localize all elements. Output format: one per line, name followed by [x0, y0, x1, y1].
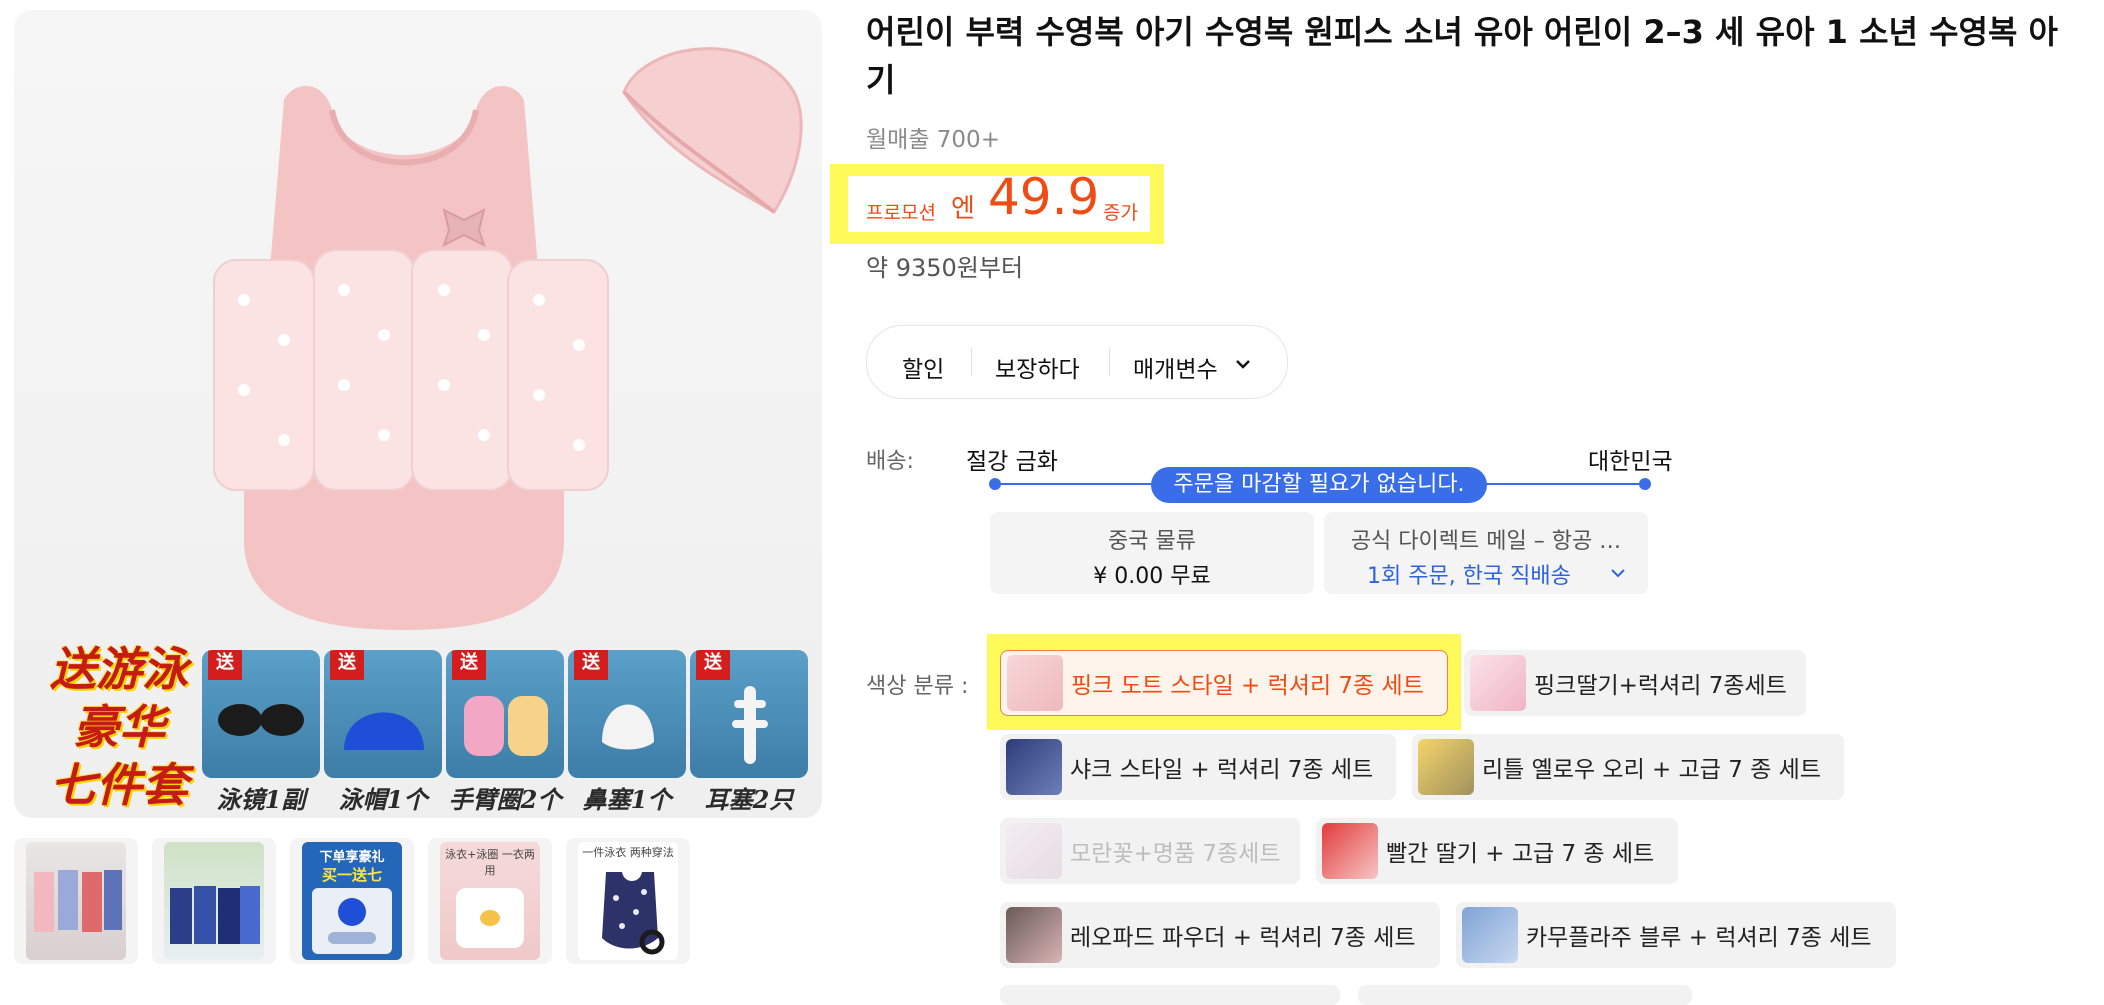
thumbnail-image [312, 888, 392, 954]
option-label: 빨간 딸기 + 고급 7 종 세트 [1386, 841, 1655, 867]
tab-discount[interactable]: 할인 [902, 350, 944, 384]
option-label: 샤크 스타일 + 럭셔리 7종 세트 [1070, 757, 1374, 783]
thumbnail-caption: 泳衣+泳圈 一衣两用 [445, 848, 535, 877]
swimsuit-image [213, 86, 609, 630]
route-end-dot [1639, 478, 1651, 490]
chevron-down-icon[interactable] [1234, 355, 1252, 373]
option-thumbnail [1322, 823, 1378, 879]
thumbnail-5[interactable]: 一件泳衣 两种穿法 [566, 838, 690, 964]
price-suffix: 증가 [1103, 202, 1138, 224]
tab-divider [971, 348, 972, 376]
color-option-pink-dot[interactable]: 핑크 도트 스타일 + 럭셔리 7종 세트 [1000, 650, 1448, 716]
accessory-goggles: 送 [202, 650, 320, 778]
swim-cap-icon [344, 712, 424, 750]
accessory-arm-floats: 送 [446, 650, 564, 778]
option-label: 카무플라주 블루 + 럭셔리 7종 세트 [1526, 925, 1872, 951]
option-label: 핑크 도트 스타일 + 럭셔리 7종 세트 [1071, 673, 1424, 699]
ear-plugs-icon [732, 686, 768, 764]
option-label: 핑크딸기+럭셔리 7종세트 [1534, 673, 1787, 699]
arm-floats-icon [464, 696, 548, 756]
tab-guarantee[interactable]: 보장하다 [995, 350, 1080, 384]
direct-mail-title: 공식 다이렉트 메일 – 항공 … [1350, 529, 1622, 554]
promo-line-1: 送游泳 [50, 642, 188, 696]
color-option-red-strawberry[interactable]: 빨간 딸기 + 고급 7 종 세트 [1316, 818, 1678, 884]
color-option-peony: 모란꽃+명품 7종세트 [1000, 818, 1300, 884]
shipping-destination: 대한민국 [1588, 449, 1673, 475]
color-classification-label: 색상 분류 : [866, 674, 969, 699]
option-label: 레오파드 파우더 + 럭셔리 7종 세트 [1070, 925, 1416, 951]
thumbnail-2[interactable] [152, 838, 276, 964]
option-thumbnail [1462, 907, 1518, 963]
china-logistics-title: 중국 물류 [1108, 529, 1196, 554]
thumbnail-image [602, 872, 665, 955]
monthly-sales: 월매출 700+ [866, 127, 1000, 153]
approx-price: 약 9350원부터 [866, 254, 1024, 282]
price-currency: 엔 [951, 194, 975, 224]
nose-clip-icon [602, 704, 654, 750]
swim-cap-image [622, 47, 803, 215]
accessory-ear-plugs: 送 [690, 650, 808, 778]
color-option-yellow-duck[interactable]: 리틀 옐로우 오리 + 고급 7 종 세트 [1412, 734, 1844, 800]
promo-line-2: 豪华 [73, 700, 165, 754]
color-option-pink-strawberry[interactable]: 핑크딸기+럭셔리 7종세트 [1464, 650, 1806, 716]
thumbnail-3[interactable]: 下单享豪礼 买一送七 [290, 838, 414, 964]
thumbnail-1[interactable] [14, 838, 138, 964]
promo-text: 送游泳 豪华 七件套 [34, 640, 204, 818]
promo-line-3: 七件套 [50, 758, 188, 812]
option-label: 모란꽃+명품 7종세트 [1070, 841, 1281, 867]
color-option-leopard[interactable]: 레오파드 파우더 + 럭셔리 7종 세트 [1000, 902, 1440, 968]
accessory-label: 手臂圈2个 [448, 785, 562, 814]
color-option-camo-blue[interactable]: 카무플라주 블루 + 럭셔리 7종 세트 [1456, 902, 1896, 968]
color-option-partial[interactable] [1358, 985, 1692, 1005]
gift-badge: 送 [696, 650, 730, 680]
option-thumbnail [1006, 907, 1062, 963]
thumbnail-image [34, 870, 122, 932]
option-label: 리틀 옐로우 오리 + 고급 7 종 세트 [1482, 757, 1822, 783]
gift-badge: 送 [208, 650, 242, 680]
main-product-image[interactable]: 送游泳 豪华 七件套 送 泳镜1副 送 泳帽1个 送 手臂圈2个 送 鼻塞1个 … [14, 10, 822, 818]
tab-parameters[interactable]: 매개변수 [1133, 350, 1218, 384]
option-thumbnail [1007, 655, 1063, 711]
option-thumbnail [1006, 823, 1062, 879]
china-logistics-fee: ¥ 0.00 무료 [1093, 564, 1211, 589]
accessory-label: 鼻塞1个 [582, 785, 672, 814]
thumbnail-image [170, 886, 260, 944]
accessory-label: 泳帽1个 [338, 785, 428, 814]
color-option-partial[interactable] [1000, 985, 1340, 1005]
option-thumbnail [1006, 739, 1062, 795]
accessory-label: 耳塞2只 [704, 785, 794, 814]
goggles-icon [218, 704, 304, 736]
option-thumbnail [1470, 655, 1526, 711]
shipping-origin: 절강 금화 [966, 449, 1058, 475]
gift-badge: 送 [574, 650, 608, 680]
thumbnail-caption: 下单享豪礼 [319, 850, 385, 865]
route-start-dot [989, 478, 1001, 490]
gift-badge: 送 [452, 650, 486, 680]
shipping-notice: 주문을 마감할 필요가 없습니다. [1151, 467, 1487, 503]
accessory-nose-clip: 送 [568, 650, 686, 778]
price-value: 49.9 [988, 168, 1100, 226]
chevron-down-icon[interactable] [1610, 565, 1626, 581]
direct-mail-link[interactable]: 1회 주문, 한국 직배송 [1367, 558, 1571, 590]
accessory-label: 泳镜1副 [216, 785, 306, 814]
thumbnail-caption: 买一送七 [321, 866, 382, 884]
tab-divider [1109, 348, 1110, 376]
color-option-shark[interactable]: 샤크 스타일 + 럭셔리 7종 세트 [1000, 734, 1396, 800]
thumbnail-4[interactable]: 泳衣+泳圈 一衣两用 [428, 838, 552, 964]
price-prefix: 프로모션 [866, 202, 936, 224]
shipping-label: 배송: [866, 449, 914, 474]
thumbnail-caption: 一件泳衣 两种穿法 [582, 846, 674, 859]
product-title: 어린이 부력 수영복 아기 수영복 원피스 소녀 유아 어린이 2–3 세 유아… [866, 13, 2058, 99]
option-thumbnail [1418, 739, 1474, 795]
thumbnail-image [456, 888, 524, 948]
accessory-swim-cap: 送 [324, 650, 442, 778]
gift-badge: 送 [330, 650, 364, 680]
